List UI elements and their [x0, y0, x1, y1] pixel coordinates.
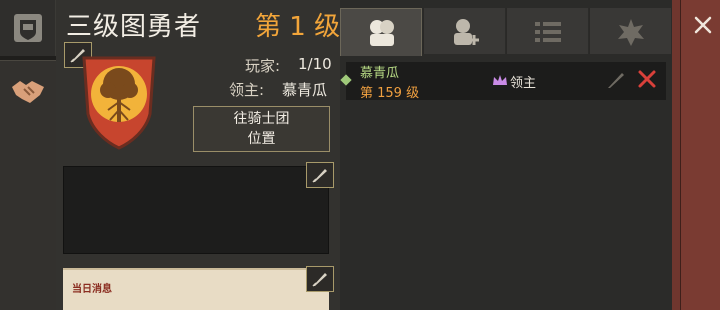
close-icon[interactable]	[688, 10, 718, 40]
member-level: 第 159 级	[360, 86, 420, 101]
add-knight-icon	[454, 19, 479, 45]
go-to-guild-location-button[interactable]: 往骑士团 位置	[193, 106, 330, 152]
location-button-line1: 往骑士团	[233, 111, 290, 127]
players-value: 1/10	[298, 55, 332, 73]
guild-description	[63, 166, 329, 254]
alliance-tab[interactable]	[0, 60, 56, 310]
badge-icon	[618, 19, 644, 46]
edit-description-button[interactable]	[306, 162, 334, 188]
crown-icon	[493, 75, 507, 85]
guild-emblem-icon	[14, 14, 42, 42]
players-label: 玩家:	[245, 57, 281, 75]
quill-icon	[312, 273, 327, 287]
knights-group-icon	[370, 20, 394, 46]
leader-label: 领主:	[229, 81, 265, 99]
quill-icon[interactable]	[606, 70, 626, 90]
quill-icon	[312, 169, 327, 183]
leader-value: 慕青瓜	[282, 81, 328, 99]
guild-info-panel	[56, 0, 340, 310]
tab-badges[interactable]	[589, 8, 671, 54]
guild-level: 第 1 级	[255, 12, 341, 42]
remove-member-icon[interactable]	[636, 68, 658, 90]
guild-name: 三级图勇者	[66, 12, 202, 42]
guild-crest	[82, 56, 156, 150]
member-role: 领主	[510, 76, 537, 91]
member-name: 慕青瓜	[360, 66, 400, 81]
tab-recruit[interactable]	[423, 8, 505, 54]
list-icon	[535, 22, 561, 42]
handshake-icon	[12, 81, 44, 103]
daily-message-label: 当日消息	[72, 284, 112, 295]
side-strip-inner	[680, 0, 720, 310]
edit-daily-message-button[interactable]	[306, 266, 334, 292]
location-button-line2: 位置	[247, 131, 276, 147]
tab-list[interactable]	[506, 8, 588, 54]
guild-emblem-tab[interactable]	[0, 0, 56, 56]
tab-members[interactable]	[340, 8, 422, 56]
